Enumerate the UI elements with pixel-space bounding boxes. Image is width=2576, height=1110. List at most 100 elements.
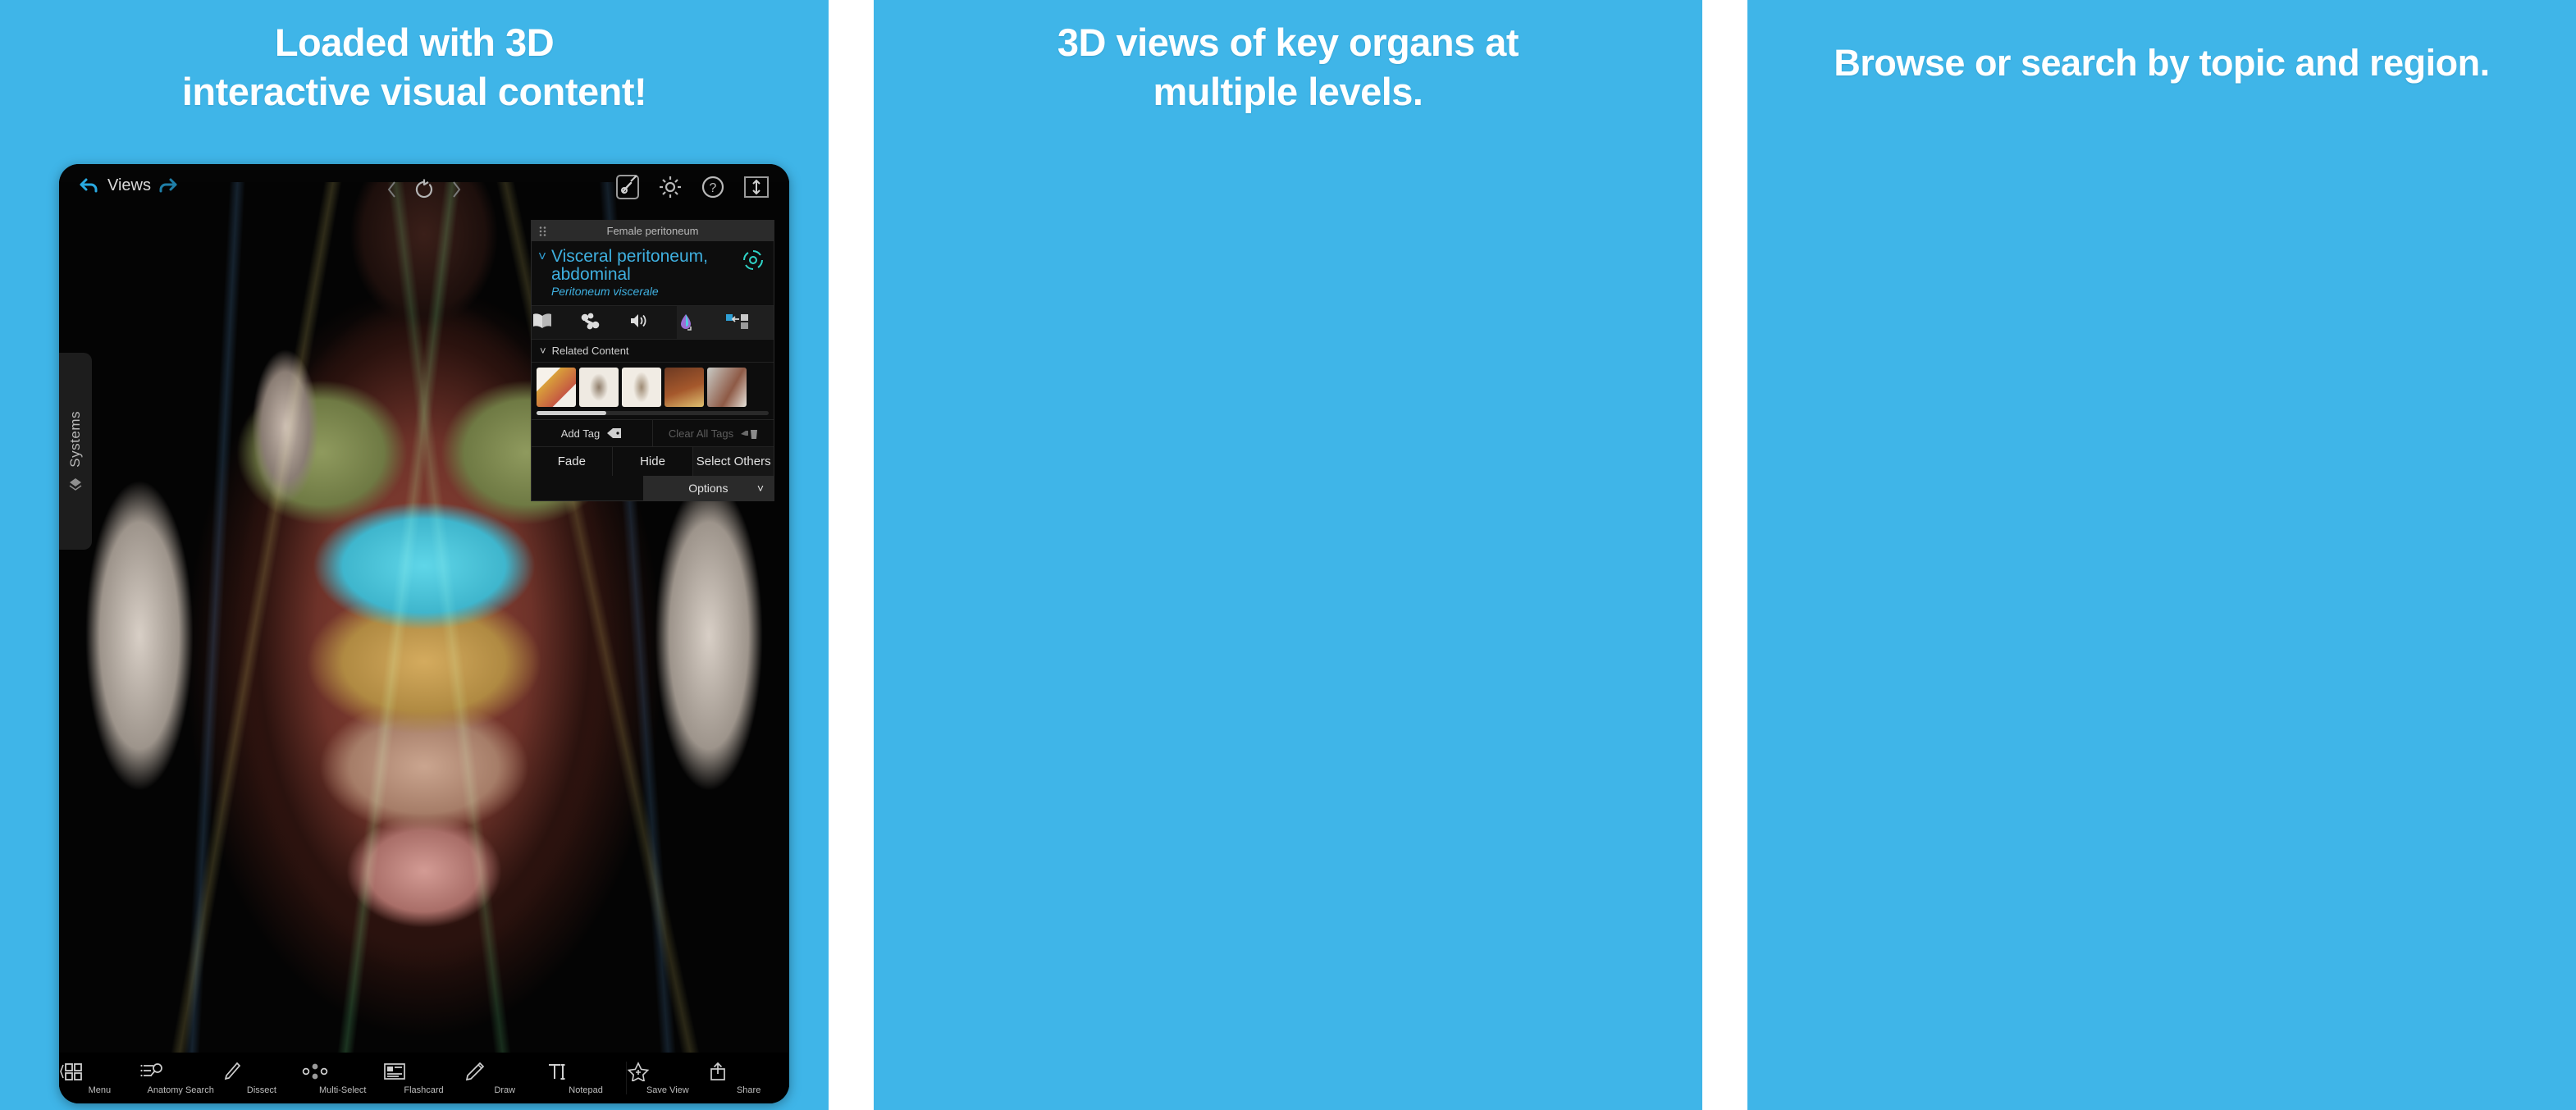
bottom-dock-1: Menu Anatomy Search Dissect Multi-Select [59, 1053, 789, 1103]
add-tag-label: Add Tag [560, 427, 601, 440]
dock-label: Share [736, 1085, 761, 1095]
app-screen-1: Views ? Systems Female peritoneum ˅ Visc… [59, 164, 789, 1103]
related-content-label: Related Content [551, 345, 629, 358]
target-structure-icon[interactable] [741, 248, 765, 272]
thumbnail[interactable] [537, 368, 576, 408]
scalpel-icon [222, 1062, 303, 1083]
structure-name-en: Visceral peritoneum, abdominal [550, 247, 708, 285]
related-thumbnails[interactable] [532, 363, 774, 409]
dock-item-dissect[interactable]: Dissect [222, 1062, 303, 1095]
reset-rotation-icon[interactable] [412, 177, 436, 202]
dock-label: Save View [646, 1085, 689, 1095]
undo-icon[interactable] [79, 176, 100, 195]
options-button[interactable]: Options ˅ [642, 476, 774, 501]
top-right-tools: ? [615, 174, 770, 200]
thumbnail-scrollbar[interactable] [537, 411, 769, 416]
systems-tab[interactable]: Systems [59, 353, 92, 550]
clear-all-tags-button[interactable]: Clear All Tags [652, 420, 774, 447]
panel-title-text: Female peritoneum [606, 225, 699, 237]
views-group[interactable]: Views [79, 176, 178, 195]
options-label: Options [688, 482, 728, 496]
headline-line-1: Browse or search by topic and region. [1834, 42, 2490, 84]
transfer-icon[interactable] [725, 306, 774, 340]
clear-all-tags-label: Clear All Tags [668, 427, 734, 440]
select-others-button[interactable]: Select Others [693, 447, 774, 477]
systems-tab-label: Systems [67, 410, 83, 468]
dock-label: Anatomy Search [147, 1085, 214, 1095]
book-icon[interactable] [532, 306, 580, 339]
promo-panel-3: Browse or search by topic and region. Lu… [1747, 0, 2576, 1110]
thumbnail[interactable] [622, 368, 661, 408]
grid-icon [59, 1062, 140, 1083]
chevron-down-icon: ˅ [540, 345, 546, 358]
headline-line-2: interactive visual content! [181, 70, 647, 114]
dock-item-flashcard[interactable]: Flashcard [383, 1062, 464, 1095]
tablet-device-1: Views ? Systems Female peritoneum ˅ Visc… [59, 164, 789, 1103]
bone-icon[interactable] [580, 306, 628, 339]
panel-gutter-1 [829, 0, 874, 1110]
panel-1-headline: Loaded with 3D interactive visual conten… [0, 18, 829, 116]
star-plus-icon [627, 1061, 708, 1083]
dock-item-notepad[interactable]: Notepad [546, 1062, 627, 1095]
dock-label: Multi-Select [319, 1085, 367, 1095]
headline-line-1: 3D views of key organs at [1057, 21, 1519, 64]
structure-name-row[interactable]: ˅ Visceral peritoneum, abdominal Periton… [532, 241, 774, 305]
fullscreen-icon[interactable] [743, 175, 770, 199]
flashcard-icon [383, 1062, 464, 1083]
chevron-down-icon[interactable]: ˅ [538, 249, 546, 263]
dock-item-anatomy-search[interactable]: Anatomy Search [140, 1062, 222, 1095]
promo-panel-1: Loaded with 3D interactive visual conten… [0, 0, 829, 1110]
prev-icon[interactable] [386, 180, 397, 199]
multi-select-icon [302, 1062, 383, 1083]
pencil-icon [464, 1062, 546, 1083]
dock-item-multi-select[interactable]: Multi-Select [302, 1062, 383, 1095]
related-content-row[interactable]: ˅ Related Content [532, 340, 774, 363]
thumbnail[interactable] [579, 368, 619, 408]
dock-item-menu[interactable]: Menu [59, 1062, 140, 1095]
headline-line-1: Loaded with 3D [274, 21, 555, 64]
panel-title-bar: Female peritoneum [532, 221, 774, 241]
share-icon [708, 1062, 789, 1083]
help-icon[interactable]: ? [701, 175, 725, 199]
screenshot-root: Loaded with 3D interactive visual conten… [0, 0, 2576, 1110]
dock-item-draw[interactable]: Draw [464, 1062, 546, 1095]
speaker-icon[interactable] [628, 306, 677, 339]
dock-label: Menu [88, 1085, 112, 1095]
layers-icon [68, 477, 83, 491]
tag-actions: Add Tag Clear All Tags [532, 419, 774, 447]
chevron-down-icon: ˅ [756, 482, 764, 496]
thumbnail[interactable] [707, 368, 747, 408]
text-icon [546, 1062, 627, 1083]
dock-item-share[interactable]: Share [708, 1062, 789, 1095]
promo-panel-2: 3D views of key organs at multiple level… [874, 0, 1702, 1110]
selected-structure-panel-1: Female peritoneum ˅ Visceral peritoneum,… [531, 220, 774, 502]
structure-action-row: Fade Hide Select Others [532, 446, 774, 477]
link-tool-icon[interactable] [615, 174, 640, 200]
tag-icon [606, 427, 623, 440]
dock-label: Flashcard [404, 1085, 444, 1095]
hide-button[interactable]: Hide [613, 447, 694, 477]
dock-label: Draw [494, 1085, 516, 1095]
rotation-nav [386, 177, 462, 202]
redo-icon[interactable] [158, 176, 178, 195]
top-toolbar-1: Views ? [59, 164, 789, 215]
highlight-icon[interactable] [677, 306, 725, 340]
trash-icon [740, 427, 758, 440]
add-tag-button[interactable]: Add Tag [532, 420, 652, 446]
dock-item-save-view[interactable]: Save View [627, 1061, 708, 1095]
structure-tool-icons [532, 305, 774, 340]
panel-gutter-2 [1702, 0, 1747, 1110]
panel-2-headline: 3D views of key organs at multiple level… [874, 18, 1702, 116]
drag-grip-icon[interactable] [539, 226, 546, 236]
anatomy-search-icon [140, 1062, 222, 1083]
dock-label: Notepad [569, 1085, 603, 1095]
headline-line-2: multiple levels. [1153, 70, 1423, 114]
svg-text:?: ? [710, 181, 717, 195]
panel-3-headline: Browse or search by topic and region. [1747, 39, 2576, 87]
thumbnail[interactable] [665, 368, 704, 408]
gear-icon[interactable] [658, 175, 683, 199]
views-label: Views [107, 176, 151, 194]
dock-label: Dissect [246, 1085, 276, 1095]
next-icon[interactable] [451, 180, 462, 199]
fade-button[interactable]: Fade [532, 447, 613, 477]
